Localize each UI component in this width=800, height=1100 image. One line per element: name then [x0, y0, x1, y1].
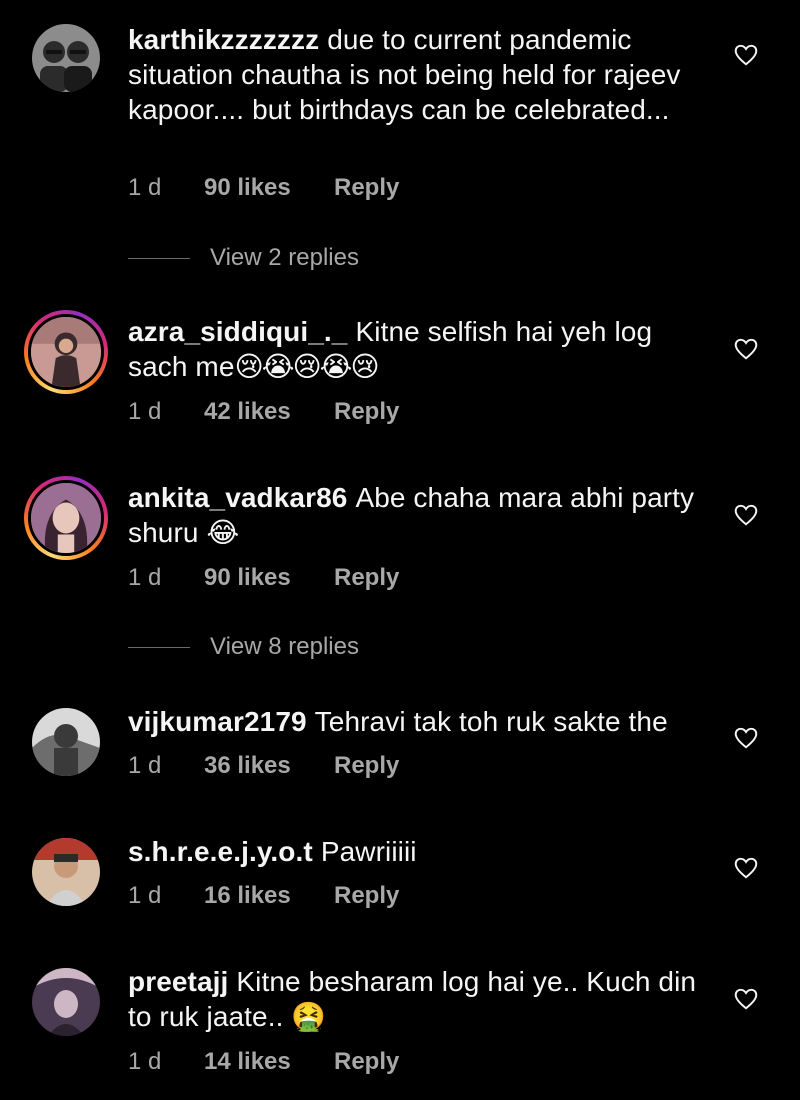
comment-meta: 1 d 16 likes Reply: [128, 882, 399, 910]
comment-emoji: 😢😭😢😭😢: [234, 350, 380, 383]
comment-likes[interactable]: 16 likes: [204, 882, 334, 910]
comment-likes[interactable]: 36 likes: [204, 752, 334, 780]
avatar-image: [31, 483, 101, 553]
comment-time: 1 d: [128, 752, 162, 779]
avatar[interactable]: [24, 310, 108, 394]
avatar[interactable]: [24, 476, 108, 560]
avatar-image: [32, 708, 100, 776]
comment-username[interactable]: preetajj: [128, 966, 228, 997]
heart-outline-icon[interactable]: [733, 986, 759, 1012]
avatar[interactable]: [32, 24, 100, 92]
reply-button[interactable]: Reply: [334, 1048, 399, 1076]
avatar-image: [32, 838, 100, 906]
comment-body: vijkumar2179 Tehravi tak toh ruk sakte th…: [128, 704, 718, 739]
comment-time: 1 d: [128, 564, 162, 591]
heart-outline-icon[interactable]: [733, 502, 759, 528]
comment-emoji: 😂: [206, 516, 239, 549]
comment-meta: 1 d 90 likes Reply: [128, 564, 399, 592]
heart-outline-icon[interactable]: [733, 336, 759, 362]
comment-body: preetajj Kitne besharam log hai ye.. Kuch…: [128, 964, 718, 1034]
view-replies-label: View 8 replies: [210, 633, 359, 660]
comment-username[interactable]: ankita_vadkar86: [128, 482, 347, 513]
comment-text: Tehravi tak toh ruk sakte the: [314, 706, 668, 737]
comment-body: karthikzzzzzzz due to current pandemic si…: [128, 22, 718, 127]
avatar-story-ring: [28, 314, 104, 390]
comment-username[interactable]: azra_siddiqui_._: [128, 316, 347, 347]
avatar[interactable]: [32, 838, 100, 906]
comment-emoji: 🤮: [291, 1000, 326, 1033]
comment-text: Pawriiiii: [320, 836, 417, 867]
reply-button[interactable]: Reply: [334, 174, 399, 202]
comment-likes[interactable]: 14 likes: [204, 1048, 334, 1076]
comment-time: 1 d: [128, 174, 162, 201]
replies-divider: [128, 647, 190, 648]
comment-meta: 1 d 42 likes Reply: [128, 398, 399, 426]
avatar[interactable]: [32, 968, 100, 1036]
reply-button[interactable]: Reply: [334, 882, 399, 910]
avatar-image: [32, 968, 100, 1036]
replies-divider: [128, 258, 190, 259]
heart-outline-icon[interactable]: [733, 855, 759, 881]
heart-outline-icon[interactable]: [733, 42, 759, 68]
avatar-image: [32, 24, 100, 92]
comment-username[interactable]: s.h.r.e.e.j.y.o.t: [128, 836, 313, 867]
comment-username[interactable]: vijkumar2179: [128, 706, 307, 737]
heart-outline-icon[interactable]: [733, 725, 759, 751]
comment-likes[interactable]: 90 likes: [204, 174, 334, 202]
comment-body: azra_siddiqui_._ Kitne selfish hai yeh lo…: [128, 314, 718, 384]
comment-time: 1 d: [128, 1048, 162, 1075]
view-replies-label: View 2 replies: [210, 244, 359, 271]
avatar[interactable]: [32, 708, 100, 776]
avatar-image: [31, 317, 101, 387]
comment-likes[interactable]: 90 likes: [204, 564, 334, 592]
comment-meta: 1 d 36 likes Reply: [128, 752, 399, 780]
comment-time: 1 d: [128, 398, 162, 425]
avatar-story-ring: [28, 480, 104, 556]
comment-body: ankita_vadkar86 Abe chaha mara abhi party…: [128, 480, 718, 550]
comment-body: s.h.r.e.e.j.y.o.t Pawriiiii: [128, 834, 718, 869]
comment-meta: 1 d 90 likes Reply: [128, 174, 399, 202]
reply-button[interactable]: Reply: [334, 752, 399, 780]
reply-button[interactable]: Reply: [334, 564, 399, 592]
comment-time: 1 d: [128, 882, 162, 909]
comment-meta: 1 d 14 likes Reply: [128, 1048, 399, 1076]
comment-username[interactable]: karthikzzzzzzz: [128, 24, 319, 55]
comment-likes[interactable]: 42 likes: [204, 398, 334, 426]
reply-button[interactable]: Reply: [334, 398, 399, 426]
